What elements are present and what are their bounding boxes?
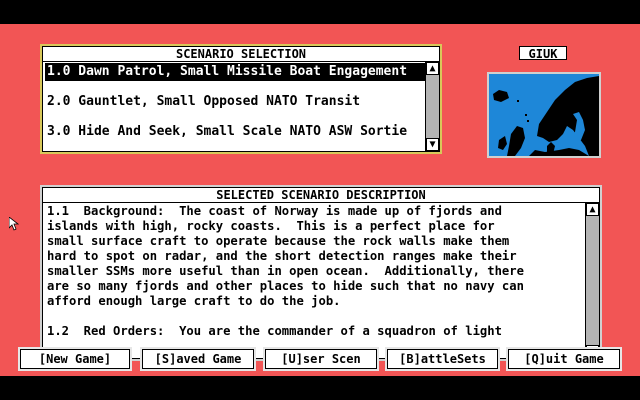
description-text: 1.1 Background: The coast of Norway is m…: [47, 204, 524, 338]
scroll-up-icon[interactable]: ▲: [586, 203, 599, 216]
scroll-up-icon[interactable]: ▲: [426, 62, 439, 75]
scenario-panel-title: SCENARIO SELECTION: [43, 47, 439, 62]
scroll-down-icon[interactable]: ▼: [426, 138, 439, 151]
description-scrollbar[interactable]: ▲ ▼: [585, 203, 599, 358]
description-frame: SELECTED SCENARIO DESCRIPTION 1.1 Backgr…: [42, 187, 600, 359]
battlesets-button[interactable]: [B]attleSets: [385, 347, 500, 371]
quit-game-button[interactable]: [Q]uit Game: [506, 347, 622, 371]
scenario-selection-panel: SCENARIO SELECTION 1.0 Dawn Patrol, Smal…: [40, 44, 442, 154]
new-game-button[interactable]: [New Game]: [18, 347, 132, 371]
giuk-map[interactable]: [487, 72, 601, 158]
game-screen: SCENARIO SELECTION 1.0 Dawn Patrol, Smal…: [0, 24, 640, 376]
scandinavia-map-icon: [493, 76, 599, 156]
description-panel-title: SELECTED SCENARIO DESCRIPTION: [43, 188, 599, 203]
scenario-description-panel: SELECTED SCENARIO DESCRIPTION 1.1 Backgr…: [40, 185, 602, 361]
scenario-item-3[interactable]: 3.0 Hide And Seek, Small Scale NATO ASW …: [45, 123, 427, 141]
scenario-scrollbar[interactable]: ▲ ▼: [425, 62, 439, 151]
scenario-item-1[interactable]: 1.0 Dawn Patrol, Small Missile Boat Enga…: [45, 63, 427, 81]
user-scen-button[interactable]: [U]ser Scen: [263, 347, 379, 371]
scenario-list-frame: SCENARIO SELECTION 1.0 Dawn Patrol, Smal…: [42, 46, 440, 152]
scenario-item-2[interactable]: 2.0 Gauntlet, Small Opposed NATO Transit: [45, 93, 427, 111]
map-label: GIUK: [519, 46, 567, 61]
mouse-pointer-icon: [9, 217, 19, 231]
saved-game-button[interactable]: [S]aved Game: [140, 347, 256, 371]
